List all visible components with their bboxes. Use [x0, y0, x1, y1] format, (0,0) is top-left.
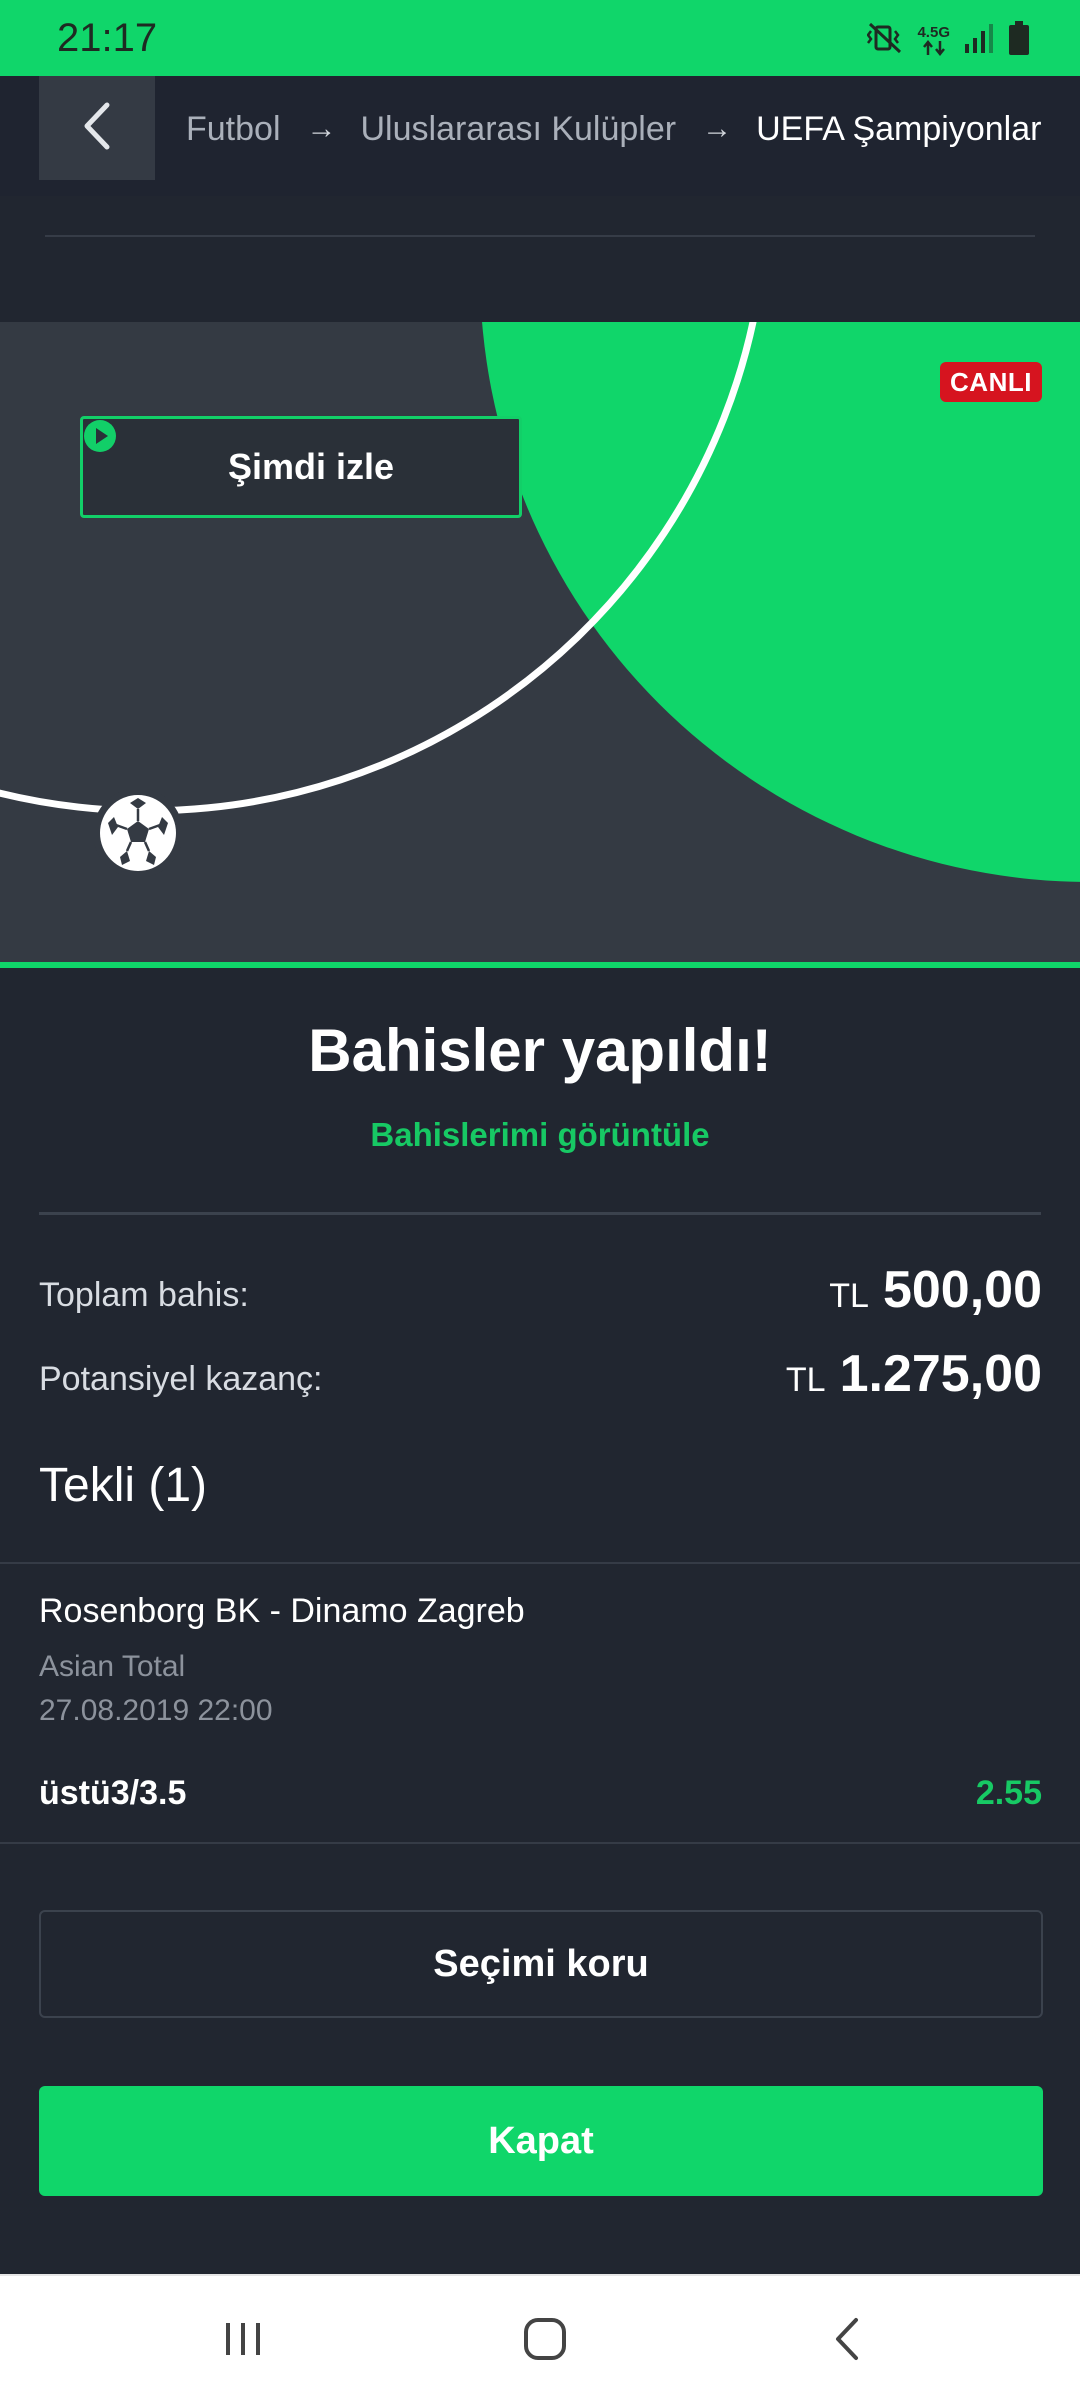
bet-selection: üstü3/3.5	[39, 1774, 187, 1812]
bet-confirmation-panel: Bahisler yapıldı! Bahislerimi görüntüle …	[0, 968, 1080, 2274]
divider	[45, 235, 1035, 237]
status-time: 21:17	[57, 16, 158, 60]
match-datetime: 27.08.2019 22:00	[39, 1694, 273, 1727]
view-my-bets-link[interactable]: Bahislerimi görüntüle	[0, 1116, 1080, 1154]
network-4-5g-icon: 4.5G	[917, 25, 950, 56]
total-stake-value: TL 500,00	[829, 1260, 1042, 1320]
recent-apps-icon[interactable]	[203, 2304, 283, 2374]
live-badge: CANLI	[940, 362, 1042, 402]
divider	[0, 1562, 1080, 1564]
bet-odds: 2.55	[975, 1774, 1042, 1812]
watch-now-label: Şimdi izle	[227, 446, 395, 487]
confirmation-title: Bahisler yapıldı!	[308, 1017, 772, 1084]
mute-vibrate-icon	[866, 21, 903, 60]
divider	[39, 1212, 1041, 1215]
total-stake-label: Toplam bahis:	[39, 1276, 249, 1314]
live-stream-hero: CANLI Şimdi izle	[0, 322, 1080, 962]
potential-win-amount: 1.275,00	[839, 1345, 1042, 1403]
network-label: 4.5G	[917, 23, 950, 41]
status-bar: 21:17 4.5G	[0, 0, 1080, 76]
potential-win-label: Potansiyel kazanç:	[39, 1360, 323, 1398]
battery-icon	[1008, 20, 1030, 61]
home-icon[interactable]	[505, 2304, 585, 2374]
total-stake-amount: 500,00	[882, 1261, 1042, 1319]
system-nav-bar	[0, 2274, 1080, 2400]
breadcrumb: Futbol → Uluslararası Kulüpler → UEFA Şa…	[186, 104, 1044, 154]
market-name: Asian Total	[39, 1650, 186, 1683]
watch-now-button[interactable]: Şimdi izle	[80, 416, 522, 518]
status-icons: 4.5G	[866, 20, 1030, 61]
breadcrumb-international-clubs[interactable]: Uluslararası Kulüpler	[361, 110, 677, 149]
potential-win-value: TL 1.275,00	[786, 1344, 1042, 1404]
back-button[interactable]	[39, 76, 155, 180]
back-icon[interactable]	[807, 2304, 887, 2374]
breadcrumb-header: Futbol → Uluslararası Kulüpler → UEFA Şa…	[0, 76, 1080, 196]
divider	[0, 1842, 1080, 1844]
chevron-left-icon	[82, 102, 112, 155]
arrow-right-icon: →	[306, 112, 337, 145]
keep-selection-button[interactable]: Seçimi koru	[39, 1910, 1043, 2018]
total-stake-currency: TL	[829, 1277, 869, 1315]
match-name: Rosenborg BK - Dinamo Zagreb	[39, 1592, 525, 1630]
signal-icon	[964, 22, 994, 59]
arrow-right-icon: →	[702, 112, 733, 145]
sub-header	[0, 196, 1080, 322]
breadcrumb-futbol[interactable]: Futbol	[186, 110, 281, 149]
close-button[interactable]: Kapat	[39, 2086, 1043, 2196]
singles-section-title: Tekli (1)	[39, 1459, 208, 1512]
potential-win-currency: TL	[785, 1361, 826, 1399]
breadcrumb-champions-league[interactable]: UEFA Şampiyonlar ...	[756, 110, 1044, 149]
